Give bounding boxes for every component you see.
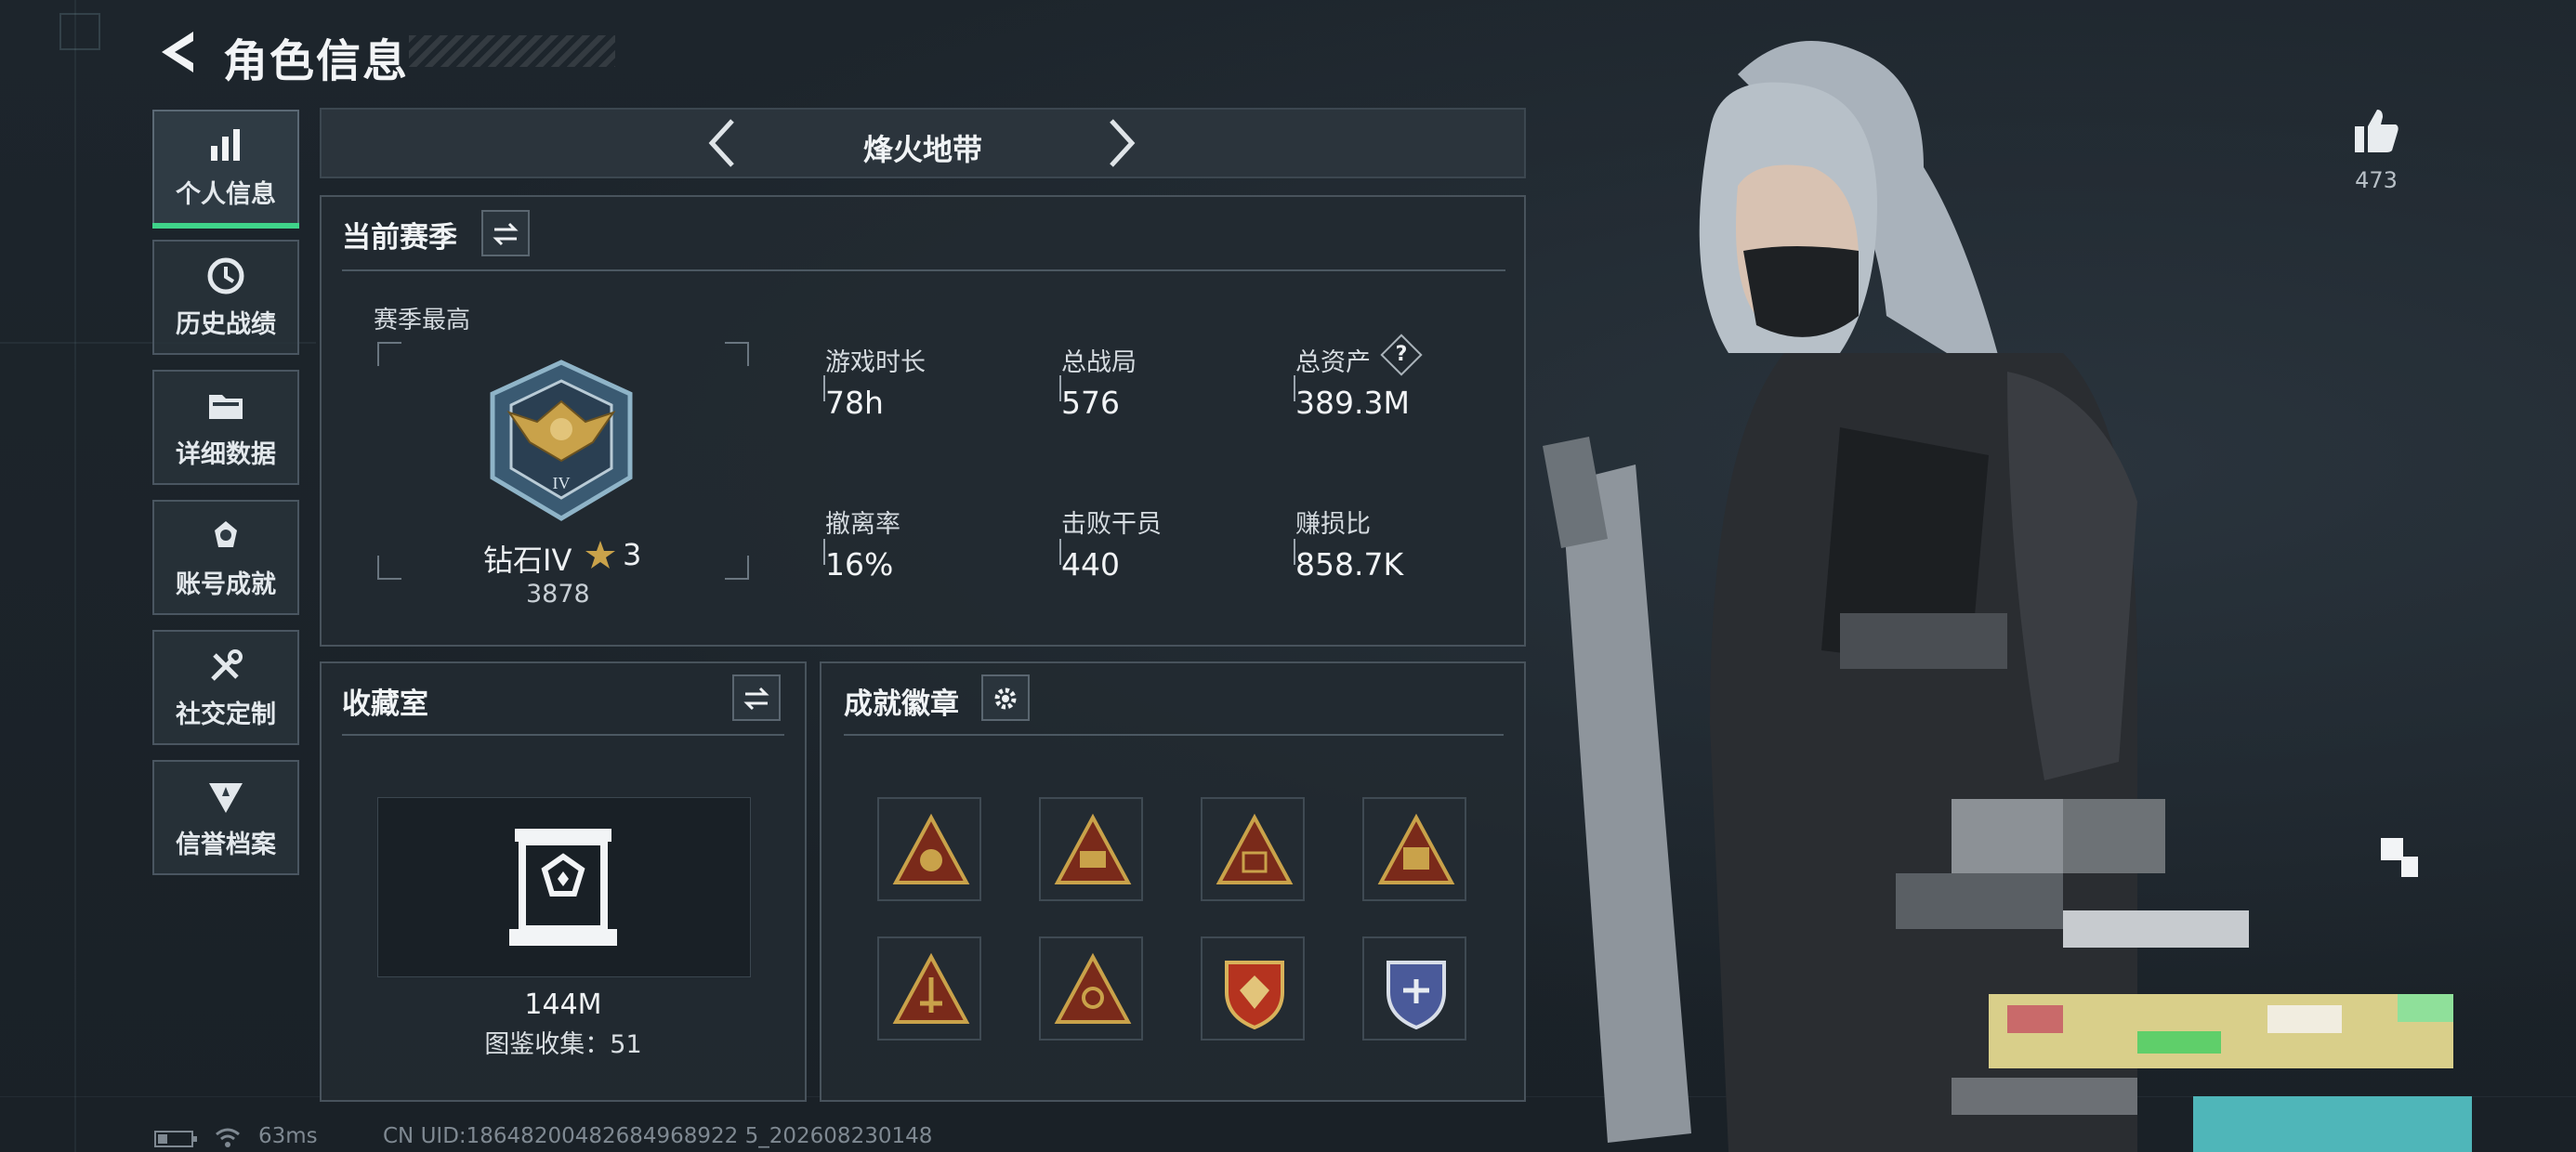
back-arrow-icon[interactable] — [156, 28, 199, 76]
collection-value: 144M — [524, 988, 602, 1021]
stat-label-playtime: 游戏时长 — [825, 348, 926, 377]
sidebar-item-social[interactable]: 社交定制 — [152, 630, 299, 745]
divider — [342, 269, 1505, 271]
ping-text: 63ms — [258, 1124, 318, 1148]
shield-badge-icon — [1225, 961, 1284, 1030]
swap-icon — [743, 687, 769, 711]
corner-frame-decoration — [59, 13, 100, 50]
sidebar-item-credit[interactable]: 信誉档案 — [152, 760, 299, 875]
pixel-decoration — [2401, 857, 2418, 877]
swap-icon — [493, 222, 519, 246]
sidebar-item-label: 历史战绩 — [176, 309, 276, 339]
mode-selector: 烽火地带 — [320, 108, 1526, 178]
sidebar-item-label: 信誉档案 — [176, 830, 276, 859]
achievement-badge[interactable] — [1039, 936, 1143, 1041]
rank-name: 钻石IV — [483, 543, 572, 578]
sidebar-item-label: 详细数据 — [176, 439, 276, 469]
grid-line — [74, 0, 76, 1152]
stat-value-kills: 440 — [1061, 546, 1120, 583]
wifi-icon — [216, 1128, 240, 1147]
sidebar-item-history[interactable]: 历史战绩 — [152, 240, 299, 355]
achievement-badge[interactable] — [1362, 797, 1466, 901]
stat-label-kills: 击败干员 — [1061, 510, 1162, 539]
season-best-label: 赛季最高 — [374, 307, 471, 334]
page-title: 角色信息 — [223, 35, 410, 87]
bar-chart-icon — [211, 128, 240, 161]
achievement-badge[interactable] — [1039, 797, 1143, 901]
uid-text: CN UID:18648200482684968922 5_2026082301… — [383, 1124, 933, 1148]
achievements-title: 成就徽章 — [844, 687, 959, 721]
triangle-badge-icon — [1054, 952, 1132, 1024]
triangle-badge-icon — [1216, 813, 1294, 884]
triangle-badge-icon — [1054, 813, 1132, 884]
triangle-badge-icon — [1377, 813, 1455, 884]
stat-label-profit-ratio: 赚损比 — [1295, 510, 1371, 539]
stat-value-total-assets: 389.3M — [1295, 385, 1410, 421]
stat-label-total-assets: 总资产 — [1295, 348, 1371, 377]
stat-value-total-matches: 576 — [1061, 385, 1120, 421]
stat-label-total-matches: 总战局 — [1061, 348, 1137, 377]
sidebar-item-label: 社交定制 — [176, 700, 276, 729]
achievement-badge[interactable] — [877, 797, 981, 901]
achievement-badge[interactable] — [1362, 936, 1466, 1041]
folder-icon — [209, 394, 243, 419]
shield-badge-icon — [1387, 961, 1446, 1030]
chevron-right-icon[interactable] — [1106, 115, 1139, 171]
achievement-badge[interactable] — [877, 936, 981, 1041]
stat-value-profit-ratio: 858.7K — [1295, 546, 1404, 583]
triangle-badge-icon — [892, 952, 970, 1024]
help-icon[interactable]: ? — [1387, 340, 1416, 370]
gear-icon — [994, 687, 1017, 710]
history-clock-icon — [207, 257, 244, 294]
stat-value-playtime: 78h — [825, 385, 884, 421]
divider — [342, 734, 784, 736]
sidebar-item-label: 账号成就 — [176, 569, 276, 599]
achievements-settings-button[interactable] — [981, 674, 1030, 721]
rank-points: 3878 — [526, 580, 590, 609]
achievement-icon — [215, 520, 237, 547]
tools-icon — [211, 648, 243, 681]
sidebar-item-personal-info[interactable]: 个人信息 — [152, 110, 299, 229]
triangle-badge-icon — [892, 813, 970, 884]
mode-label: 烽火地带 — [862, 132, 982, 167]
svg-text:IV: IV — [553, 474, 571, 492]
rank-stars: 3 — [623, 537, 642, 572]
achievement-badge[interactable] — [1201, 936, 1305, 1041]
achievement-badge[interactable] — [1201, 797, 1305, 901]
display-case-icon — [509, 829, 617, 946]
title-stripe-decoration — [409, 35, 615, 67]
battery-icon — [154, 1131, 197, 1147]
collection-title: 收藏室 — [342, 687, 428, 721]
stat-label-extract-rate: 撤离率 — [825, 510, 900, 539]
collection-switch-button[interactable] — [732, 674, 781, 721]
star-icon — [585, 541, 615, 569]
like-count: 473 — [2355, 167, 2398, 193]
season-switch-button[interactable] — [481, 210, 530, 256]
credit-shield-icon — [209, 782, 243, 813]
thumbs-up-icon[interactable] — [2351, 106, 2401, 156]
pixel-decoration — [2381, 838, 2403, 860]
chevron-left-icon[interactable] — [704, 115, 738, 171]
sidebar-item-label: 个人信息 — [176, 179, 276, 209]
sidebar-item-achievements[interactable]: 账号成就 — [152, 500, 299, 615]
stat-value-extract-rate: 16% — [825, 546, 894, 583]
season-title: 当前赛季 — [342, 221, 457, 255]
collection-catalog-count: 图鉴收集：51 — [484, 1030, 642, 1059]
divider — [844, 734, 1504, 736]
sidebar-item-detail-data[interactable]: 详细数据 — [152, 370, 299, 485]
diamond-rank-emblem-icon: IV — [490, 360, 633, 521]
